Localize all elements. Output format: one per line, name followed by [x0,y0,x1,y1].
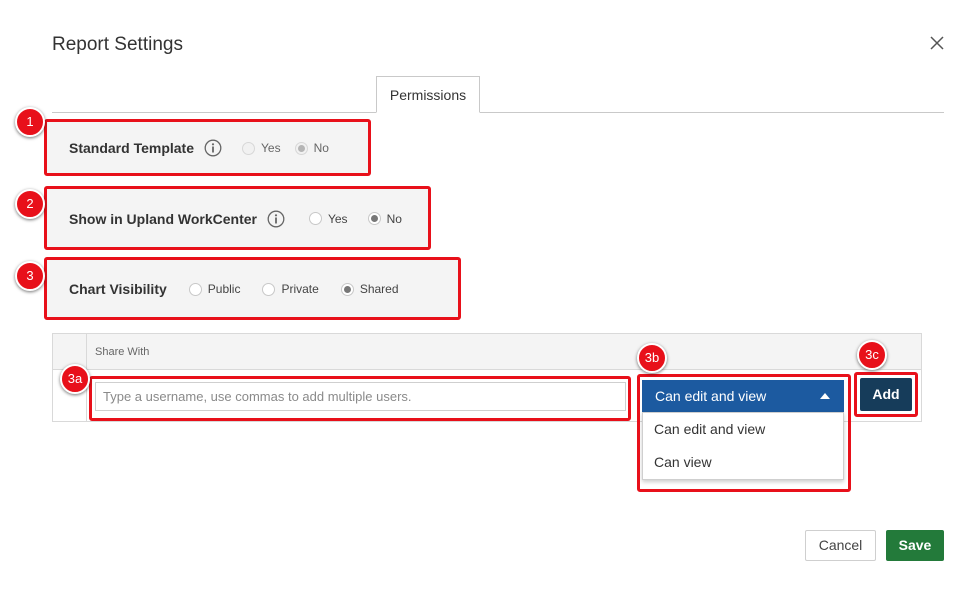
callout-badge-3a: 3a [60,364,90,394]
callout-badge-3b: 3b [637,343,667,373]
highlight-standard-template [44,119,371,176]
dialog-title: Report Settings [52,34,183,55]
highlight-permission-select [637,374,851,492]
highlight-chart-visibility [44,257,461,320]
highlight-username-input [89,376,631,421]
share-with-header: Share With [95,346,150,358]
callout-badge-3c: 3c [857,340,887,370]
tab-permissions[interactable]: Permissions [376,76,480,113]
highlight-add-button [854,372,918,417]
save-button[interactable]: Save [886,530,944,561]
cancel-button[interactable]: Cancel [805,530,876,561]
close-icon[interactable] [926,32,948,54]
callout-badge-1: 1 [15,107,45,137]
highlight-show-in-workcenter [44,186,431,250]
callout-badge-3: 3 [15,261,45,291]
callout-badge-2: 2 [15,189,45,219]
share-with-header-row [53,334,921,370]
tab-divider [52,112,944,113]
